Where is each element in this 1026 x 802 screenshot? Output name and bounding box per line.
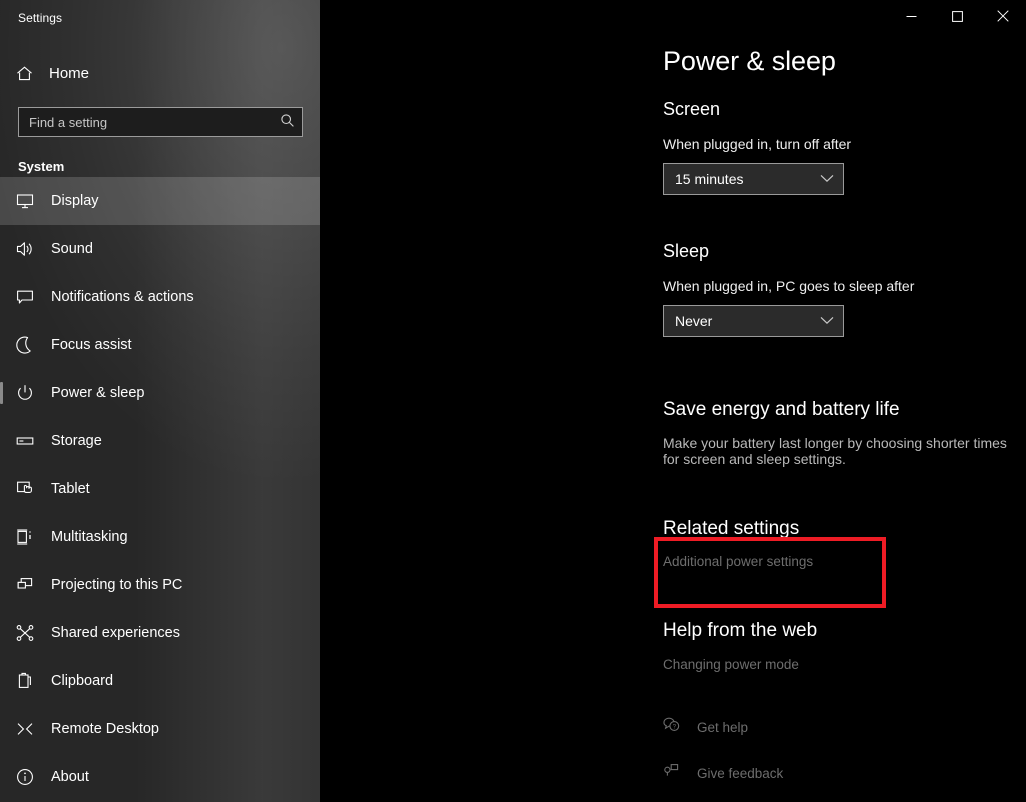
sidebar-item-label: Clipboard <box>51 673 114 689</box>
settings-page-body: Power & sleep Screen When plugged in, tu… <box>320 0 1026 784</box>
close-button[interactable] <box>980 0 1026 32</box>
sidebar-item-display[interactable]: Display <box>0 177 320 225</box>
sidebar-item-label: About <box>51 769 89 785</box>
sidebar-item-label: Power & sleep <box>51 385 145 401</box>
sidebar-item-sound[interactable]: Sound <box>0 225 320 273</box>
sidebar-nav-list: Display Sound Notifications & actions Focus… <box>0 177 320 801</box>
maximize-button[interactable] <box>934 0 980 32</box>
sidebar-item-home-label: Home <box>49 64 90 82</box>
tablet-touch-icon <box>14 479 36 499</box>
page-title: Power & sleep <box>663 46 836 76</box>
search-input[interactable] <box>19 114 272 130</box>
drive-icon <box>14 431 36 451</box>
sidebar-item-shared-experiences[interactable]: Shared experiences <box>0 609 320 657</box>
get-help-label: Get help <box>697 719 749 735</box>
sidebar-item-label: Display <box>51 193 99 209</box>
sidebar-item-tablet[interactable]: Tablet <box>0 465 320 513</box>
sidebar-item-home[interactable]: Home <box>0 54 320 92</box>
chevron-down-icon <box>820 312 834 330</box>
screen-timeout-value: 15 minutes <box>675 171 744 187</box>
additional-power-settings-link[interactable]: Additional power settings <box>663 554 813 569</box>
sidebar-item-label: Focus assist <box>51 337 132 353</box>
maximize-icon <box>951 10 963 22</box>
home-icon <box>14 64 34 83</box>
sidebar-item-label: Storage <box>51 433 102 449</box>
give-feedback-link[interactable]: Give feedback <box>663 762 1026 784</box>
save-energy-heading: Save energy and battery life <box>663 399 900 420</box>
related-settings-heading: Related settings <box>663 518 800 539</box>
app-title: Settings <box>18 11 63 25</box>
sidebar-item-remote-desktop[interactable]: Remote Desktop <box>0 705 320 753</box>
monitor-icon <box>14 191 36 211</box>
sidebar-item-clipboard[interactable]: Clipboard <box>0 657 320 705</box>
help-web-heading: Help from the web <box>663 620 818 641</box>
search-button[interactable] <box>272 108 302 136</box>
feedback-icon <box>663 762 680 784</box>
sleep-timeout-label: When plugged in, PC goes to sleep after <box>663 278 915 294</box>
help-chat-icon: ? <box>663 716 680 738</box>
title-bar <box>320 0 1026 32</box>
chevron-down-icon <box>820 170 834 188</box>
search-box[interactable] <box>18 107 303 137</box>
search-icon <box>280 113 295 131</box>
sleep-section-heading: Sleep <box>663 241 710 261</box>
power-icon <box>14 383 36 403</box>
remote-desktop-icon <box>14 719 36 739</box>
sidebar-item-label: Notifications & actions <box>51 289 194 305</box>
minimize-icon <box>906 15 916 17</box>
screen-timeout-label: When plugged in, turn off after <box>663 136 852 152</box>
settings-window: Settings Home System <box>0 0 1026 802</box>
svg-text:?: ? <box>673 724 677 731</box>
clipboard-icon <box>14 671 36 691</box>
close-icon <box>997 10 1009 22</box>
sidebar-item-multitasking[interactable]: Multitasking <box>0 513 320 561</box>
share-nodes-icon <box>14 623 36 643</box>
moon-icon <box>14 335 36 355</box>
sidebar-item-label: Tablet <box>51 481 90 497</box>
sidebar-item-label: Sound <box>51 241 93 257</box>
sleep-timeout-dropdown[interactable]: Never <box>663 305 844 337</box>
screen-section-heading: Screen <box>663 99 721 119</box>
sidebar-item-label: Projecting to this PC <box>51 577 183 593</box>
info-circle-icon <box>14 767 36 787</box>
main-content: Power & sleep Screen When plugged in, tu… <box>320 0 1026 802</box>
notification-icon <box>14 287 36 307</box>
project-screen-icon <box>14 575 36 595</box>
sidebar-item-storage[interactable]: Storage <box>0 417 320 465</box>
sidebar-item-label: Shared experiences <box>51 625 180 641</box>
sidebar-item-about[interactable]: About <box>0 753 320 801</box>
minimize-button[interactable] <box>888 0 934 32</box>
sidebar-item-notifications-actions[interactable]: Notifications & actions <box>0 273 320 321</box>
get-help-link[interactable]: ? Get help <box>663 716 1026 738</box>
sidebar-item-label: Multitasking <box>51 529 128 545</box>
speaker-icon <box>14 239 36 259</box>
changing-power-mode-link[interactable]: Changing power mode <box>663 657 799 672</box>
screen-timeout-dropdown[interactable]: 15 minutes <box>663 163 844 195</box>
sidebar-item-label: Remote Desktop <box>51 721 159 737</box>
sleep-timeout-value: Never <box>675 313 713 329</box>
multitasking-icon <box>14 527 36 547</box>
navigation-sidebar: Settings Home System <box>0 0 320 802</box>
save-energy-description: Make your battery last longer by choosin… <box>663 435 1007 467</box>
sidebar-item-focus-assist[interactable]: Focus assist <box>0 321 320 369</box>
sidebar-group-title: System <box>18 159 65 174</box>
give-feedback-label: Give feedback <box>697 765 784 781</box>
sidebar-item-power-sleep[interactable]: Power & sleep <box>0 369 320 417</box>
sidebar-item-projecting-to-this-pc[interactable]: Projecting to this PC <box>0 561 320 609</box>
